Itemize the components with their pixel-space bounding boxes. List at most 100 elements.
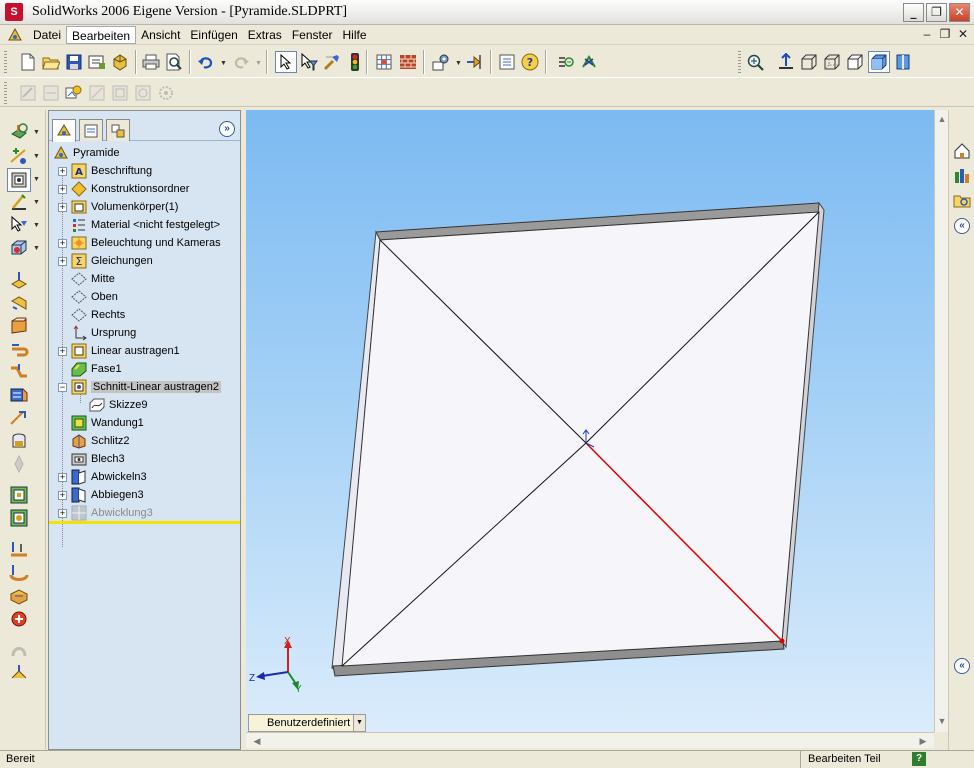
tree-node-plane-top[interactable]: Oben [71,288,118,306]
toolbar-grip[interactable] [4,82,7,104]
rectangle-tool-icon[interactable] [110,83,130,103]
configuration-manager-tab[interactable] [106,119,130,141]
file-explorer-icon[interactable] [953,192,971,210]
select-command-icon[interactable] [9,215,29,235]
flatten-icon[interactable] [9,454,29,474]
graphics-area[interactable]: X Z Y [246,110,934,732]
sheet-metal-command-icon[interactable] [7,168,31,192]
feature-manager-tab[interactable] [52,119,76,142]
task-pane-expand-button-top[interactable]: « [954,218,970,234]
design-library-icon[interactable] [953,166,971,184]
tree-node-solid-bodies[interactable]: Volumenkörper(1) [71,198,178,216]
miter-flange-icon[interactable] [9,316,29,336]
redo-icon[interactable] [231,52,251,72]
tree-node-unfold[interactable]: Abwickeln3 [71,468,147,486]
insert-bends-icon[interactable] [9,540,29,560]
cross-break-icon[interactable] [9,586,29,606]
tree-node-sheet-metal[interactable]: Blech3 [71,450,125,468]
tree-node-equations[interactable]: Σ Gleichungen [71,252,153,270]
expand-toggle[interactable]: + [58,203,67,212]
select-arrow-icon[interactable] [275,51,297,73]
help-icon[interactable]: ? [520,52,540,72]
line-tool-icon[interactable] [87,83,107,103]
rebuild-icon[interactable] [322,52,342,72]
redo-dropdown-icon[interactable]: ▼ [255,60,262,67]
sketch-picture-icon[interactable] [64,83,84,103]
undo-icon[interactable] [196,52,216,72]
expand-toggle[interactable]: + [58,509,67,518]
tree-node-flat-pattern[interactable]: Abwicklung3 [71,504,153,522]
scroll-down-icon[interactable]: ▼ [935,714,949,728]
expand-toggle[interactable]: + [58,347,67,356]
print-icon[interactable] [141,52,161,72]
task-pane-expand-button-bottom[interactable]: « [954,658,970,674]
rollback-bar[interactable] [49,521,240,524]
reference-geometry-icon[interactable] [9,146,29,166]
closed-corner-icon[interactable] [9,431,29,451]
lofted-bend-icon[interactable] [9,640,29,660]
normal-to-icon[interactable] [776,52,796,72]
tree-node-plane-front[interactable]: Mitte [71,270,115,288]
select-dropdown-icon[interactable]: ▼ [33,222,40,229]
horizontal-scrollbar[interactable]: ◀ ▶ [246,732,934,748]
fold-command-icon[interactable] [9,663,29,683]
sketched-bend-icon[interactable] [9,408,29,428]
solidworks-menu-icon[interactable] [6,26,24,44]
hidden-lines-visible-icon[interactable] [822,52,842,72]
menu-bearbeiten[interactable]: Bearbeiten [66,25,137,44]
doc-close-button[interactable]: ✕ [956,27,970,41]
minimize-button[interactable]: _ [903,3,924,22]
scroll-right-icon[interactable]: ▶ [916,734,930,748]
expand-toggle[interactable]: + [58,257,67,266]
toolbar-grip[interactable] [4,51,7,73]
compare-icon[interactable] [579,52,599,72]
open-folder-icon[interactable] [41,52,61,72]
extrude-dropdown-icon[interactable]: ▼ [33,129,40,136]
wireframe-icon[interactable] [799,52,819,72]
tree-node-annotations[interactable]: A Beschriftung [71,162,152,180]
hem-icon[interactable] [9,339,29,359]
tree-node-shell[interactable]: Wandung1 [71,414,144,432]
menu-extras[interactable]: Extras [243,26,287,44]
expand-toggle[interactable]: + [58,185,67,194]
options-icon[interactable] [431,52,451,72]
vertical-scrollbar[interactable]: ▲ ▼ [934,110,948,732]
scroll-up-icon[interactable]: ▲ [935,112,949,126]
jog-icon[interactable] [9,362,29,382]
tree-node-fold[interactable]: Abbiegen3 [71,486,144,504]
doc-restore-button[interactable]: ❐ [938,27,952,41]
tree-node-extrude[interactable]: Linear austragen1 [71,342,180,360]
print-preview-icon[interactable] [164,52,184,72]
insert-bends-alt-icon[interactable] [9,563,29,583]
tree-node-design-binder[interactable]: Konstruktionsordner [71,180,189,198]
tree-node-root[interactable]: Pyramide [53,144,119,162]
solidworks-resources-icon[interactable] [953,142,971,160]
status-help-icon[interactable]: ? [912,752,926,766]
collapse-toggle[interactable]: − [58,383,67,392]
menu-hilfe[interactable]: Hilfe [338,26,372,44]
expand-toggle[interactable]: + [58,473,67,482]
smart-dimension-icon[interactable] [41,83,61,103]
menu-einfuegen[interactable]: Einfügen [185,26,242,44]
tree-node-chamfer[interactable]: Fase1 [71,360,122,378]
configuration-dropdown-icon[interactable]: ▼ [353,715,365,731]
traffic-light-icon[interactable] [345,52,365,72]
hidden-lines-removed-icon[interactable] [845,52,865,72]
base-flange-icon[interactable] [9,270,29,290]
menu-ansicht[interactable]: Ansicht [136,26,185,44]
collapse-panel-button[interactable]: » [219,121,235,137]
sketch-icon[interactable] [18,83,38,103]
make-assembly-icon[interactable] [110,52,130,72]
feature-statistics-icon[interactable] [556,52,576,72]
tree-node-plane-right[interactable]: Rechts [71,306,125,324]
properties-list-icon[interactable] [497,52,517,72]
no-bends-icon[interactable] [9,485,29,505]
property-manager-tab[interactable] [79,119,103,141]
menu-datei[interactable]: Datei [28,26,66,44]
unfold-command-icon[interactable] [9,385,29,405]
circle-tool-icon[interactable] [133,83,153,103]
tree-node-material[interactable]: Material <nicht festgelegt> [71,216,220,234]
model-view[interactable]: X Z Y [246,110,934,732]
expand-toggle[interactable]: + [58,491,67,500]
gear-tool-icon[interactable] [156,83,176,103]
